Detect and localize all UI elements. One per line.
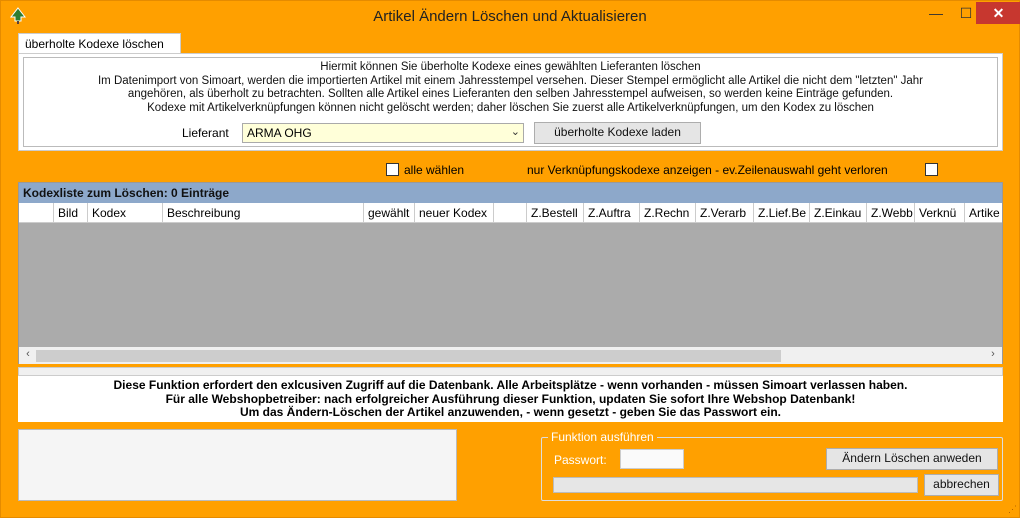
tab-ueberholte-kodexe[interactable]: überholte Kodexe löschen: [18, 33, 181, 54]
grid-caption: Kodexliste zum Löschen: 0 Einträge: [19, 183, 1002, 203]
chevron-down-icon: ⌄: [510, 126, 520, 138]
lieferant-value: ARMA OHG: [247, 126, 312, 140]
column-header[interactable]: Z.Bestell: [527, 203, 584, 223]
column-header[interactable]: Bild: [54, 203, 88, 223]
column-header[interactable]: Z.Webb: [867, 203, 915, 223]
warning-line: Diese Funktion erfordert den exlcusiven …: [113, 378, 908, 392]
info-box: Hiermit können Sie überholte Kodexe eine…: [23, 57, 998, 147]
warning-text: Diese Funktion erfordert den exlcusiven …: [18, 376, 1003, 422]
tab-panel: Hiermit können Sie überholte Kodexe eine…: [18, 53, 1003, 151]
column-header[interactable]: Z.Auftra: [584, 203, 640, 223]
lieferant-label: Lieferant: [182, 126, 229, 140]
execute-group-legend: Funktion ausführen: [548, 430, 657, 444]
kodex-grid[interactable]: Kodexliste zum Löschen: 0 Einträge Bild …: [18, 182, 1003, 364]
close-button[interactable]: ✕: [976, 2, 1020, 24]
select-all-label[interactable]: alle wählen: [404, 163, 464, 177]
column-header[interactable]: Z.Einkau: [810, 203, 867, 223]
only-link-kodexe-checkbox[interactable]: [925, 163, 938, 176]
log-textarea[interactable]: [18, 429, 457, 501]
window-title: Artikel Ändern Löschen und Aktualisieren: [373, 8, 647, 25]
only-link-kodexe-label[interactable]: nur Verknüpfungskodexe anzeigen - ev.Zei…: [527, 163, 888, 177]
info-text: Hiermit können Sie überholte Kodexe eine…: [24, 61, 997, 115]
load-obsolete-kodexe-button[interactable]: überholte Kodexe laden: [534, 122, 701, 144]
apply-delete-button[interactable]: Ändern Löschen anweden: [826, 448, 998, 470]
info-line: Hiermit können Sie überholte Kodexe eine…: [320, 61, 701, 73]
info-line: angehören, als überholt zu betrachten. S…: [127, 88, 894, 100]
scroll-right-icon[interactable]: ›: [986, 348, 1000, 360]
lieferant-select[interactable]: ARMA OHG ⌄: [242, 123, 524, 143]
column-header[interactable]: [19, 203, 54, 223]
column-header[interactable]: [494, 203, 527, 223]
column-header[interactable]: Artike: [965, 203, 1002, 223]
cancel-button[interactable]: abbrechen: [924, 474, 999, 496]
minimize-button[interactable]: —: [921, 2, 951, 24]
select-all-checkbox[interactable]: [386, 163, 399, 176]
resize-grip-icon[interactable]: ⋰: [1008, 504, 1017, 515]
grid-header: Bild Kodex Beschreibung gewählt neuer Ko…: [19, 203, 1002, 223]
column-header[interactable]: Z.Lief.Be: [754, 203, 810, 223]
password-input[interactable]: [620, 449, 684, 469]
title-bar[interactable]: Artikel Ändern Löschen und Aktualisieren…: [1, 1, 1020, 32]
horizontal-scrollbar[interactable]: ‹ ›: [19, 347, 1002, 364]
warning-line: Für alle Webshopbetreiber: nach erfolgre…: [165, 391, 856, 406]
column-header[interactable]: Beschreibung: [163, 203, 364, 223]
info-line: Im Datenimport von Simoart, werden die i…: [97, 74, 923, 87]
splitter-bar[interactable]: [18, 367, 1003, 376]
column-header[interactable]: Kodex: [88, 203, 163, 223]
scrollbar-thumb[interactable]: [36, 350, 781, 362]
column-header[interactable]: gewählt: [364, 203, 415, 223]
main-window: Artikel Ändern Löschen und Aktualisieren…: [0, 0, 1020, 518]
password-label: Passwort:: [554, 453, 607, 467]
column-header[interactable]: neuer Kodex: [415, 203, 494, 223]
progress-bar: [553, 477, 918, 493]
warning-line: Um das Ändern-Löschen der Artikel anzuwe…: [239, 405, 781, 419]
scroll-left-icon[interactable]: ‹: [21, 348, 35, 360]
column-header[interactable]: Z.Rechn: [640, 203, 696, 223]
column-header[interactable]: Z.Verarb: [696, 203, 754, 223]
column-header[interactable]: Verknü: [915, 203, 965, 223]
info-line: Kodexe mit Artikelverknüpfungen können n…: [147, 101, 874, 114]
